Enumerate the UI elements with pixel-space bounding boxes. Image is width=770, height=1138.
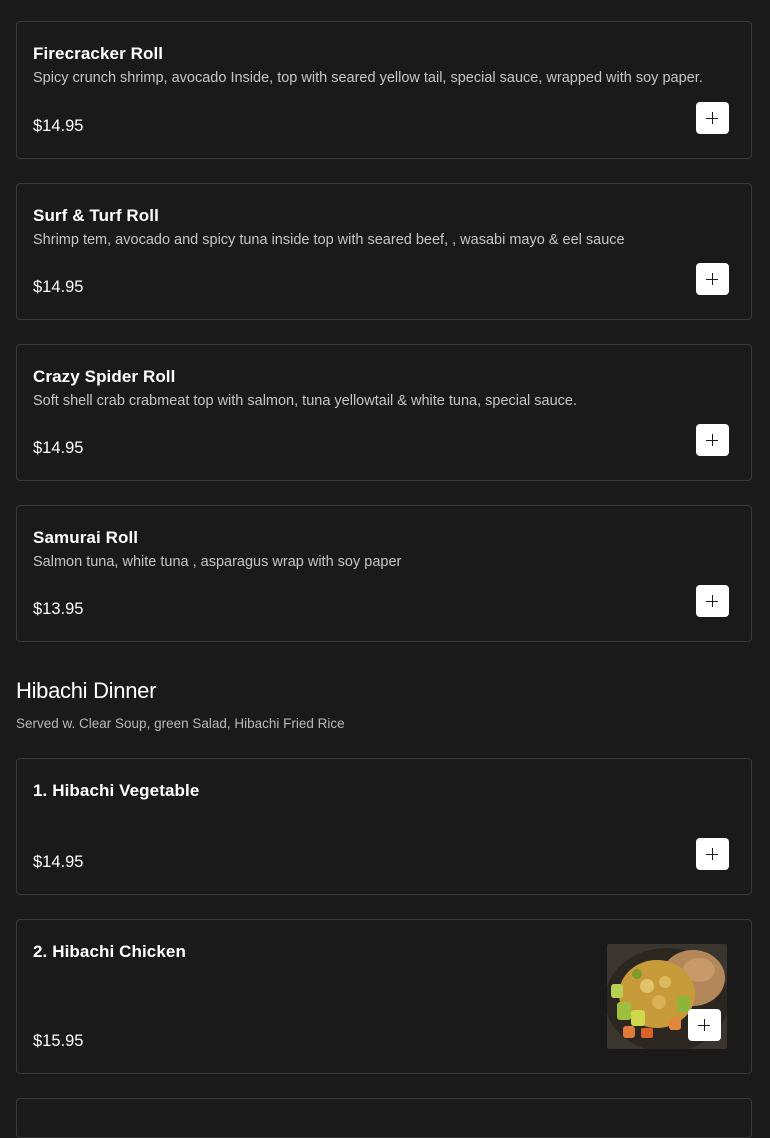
add-item-button[interactable] xyxy=(696,102,729,134)
plus-icon xyxy=(706,112,718,124)
item-price: $14.95 xyxy=(33,439,84,457)
menu-item-card[interactable]: Firecracker Roll Spicy crunch shrimp, av… xyxy=(16,21,752,159)
item-name: Crazy Spider Roll xyxy=(33,367,176,386)
item-price: $13.95 xyxy=(33,600,84,618)
menu-item-card[interactable] xyxy=(16,1098,752,1138)
item-description: Shrimp tem, avocado and spicy tuna insid… xyxy=(33,232,625,248)
menu-page: Firecracker Roll Spicy crunch shrimp, av… xyxy=(0,0,770,1138)
add-item-button[interactable] xyxy=(696,424,729,456)
item-name: Firecracker Roll xyxy=(33,44,164,63)
item-name: 2. Hibachi Chicken xyxy=(33,942,186,961)
add-item-button[interactable] xyxy=(696,585,729,617)
menu-item-card[interactable]: Surf & Turf Roll Shrimp tem, avocado and… xyxy=(16,183,752,320)
plus-icon xyxy=(706,434,718,446)
menu-item-card[interactable]: Crazy Spider Roll Soft shell crab crabme… xyxy=(16,344,752,481)
section-subtitle: Served w. Clear Soup, green Salad, Hibac… xyxy=(16,716,345,731)
menu-item-card[interactable]: Samurai Roll Salmon tuna, white tuna , a… xyxy=(16,505,752,642)
item-name: 1. Hibachi Vegetable xyxy=(33,781,200,800)
item-description: Soft shell crab crabmeat top with salmon… xyxy=(33,393,578,409)
item-price: $14.95 xyxy=(33,278,84,296)
menu-item-card[interactable]: 2. Hibachi Chicken $15.95 xyxy=(16,919,752,1074)
item-description: Spicy crunch shrimp, avocado Inside, top… xyxy=(33,70,703,86)
plus-icon xyxy=(706,848,718,860)
item-name: Samurai Roll xyxy=(33,528,139,547)
item-price: $14.95 xyxy=(33,853,84,871)
item-name: Surf & Turf Roll xyxy=(33,206,159,225)
item-price: $15.95 xyxy=(33,1032,84,1050)
item-description: Salmon tuna, white tuna , asparagus wrap… xyxy=(33,554,402,570)
menu-item-card[interactable]: 1. Hibachi Vegetable $14.95 xyxy=(16,758,752,895)
plus-icon xyxy=(698,1019,710,1031)
add-item-button[interactable] xyxy=(688,1009,721,1041)
plus-icon xyxy=(706,595,718,607)
item-price: $14.95 xyxy=(33,117,84,135)
add-item-button[interactable] xyxy=(696,838,729,870)
add-item-button[interactable] xyxy=(696,263,729,295)
section-title: Hibachi Dinner xyxy=(16,678,157,703)
plus-icon xyxy=(706,273,718,285)
